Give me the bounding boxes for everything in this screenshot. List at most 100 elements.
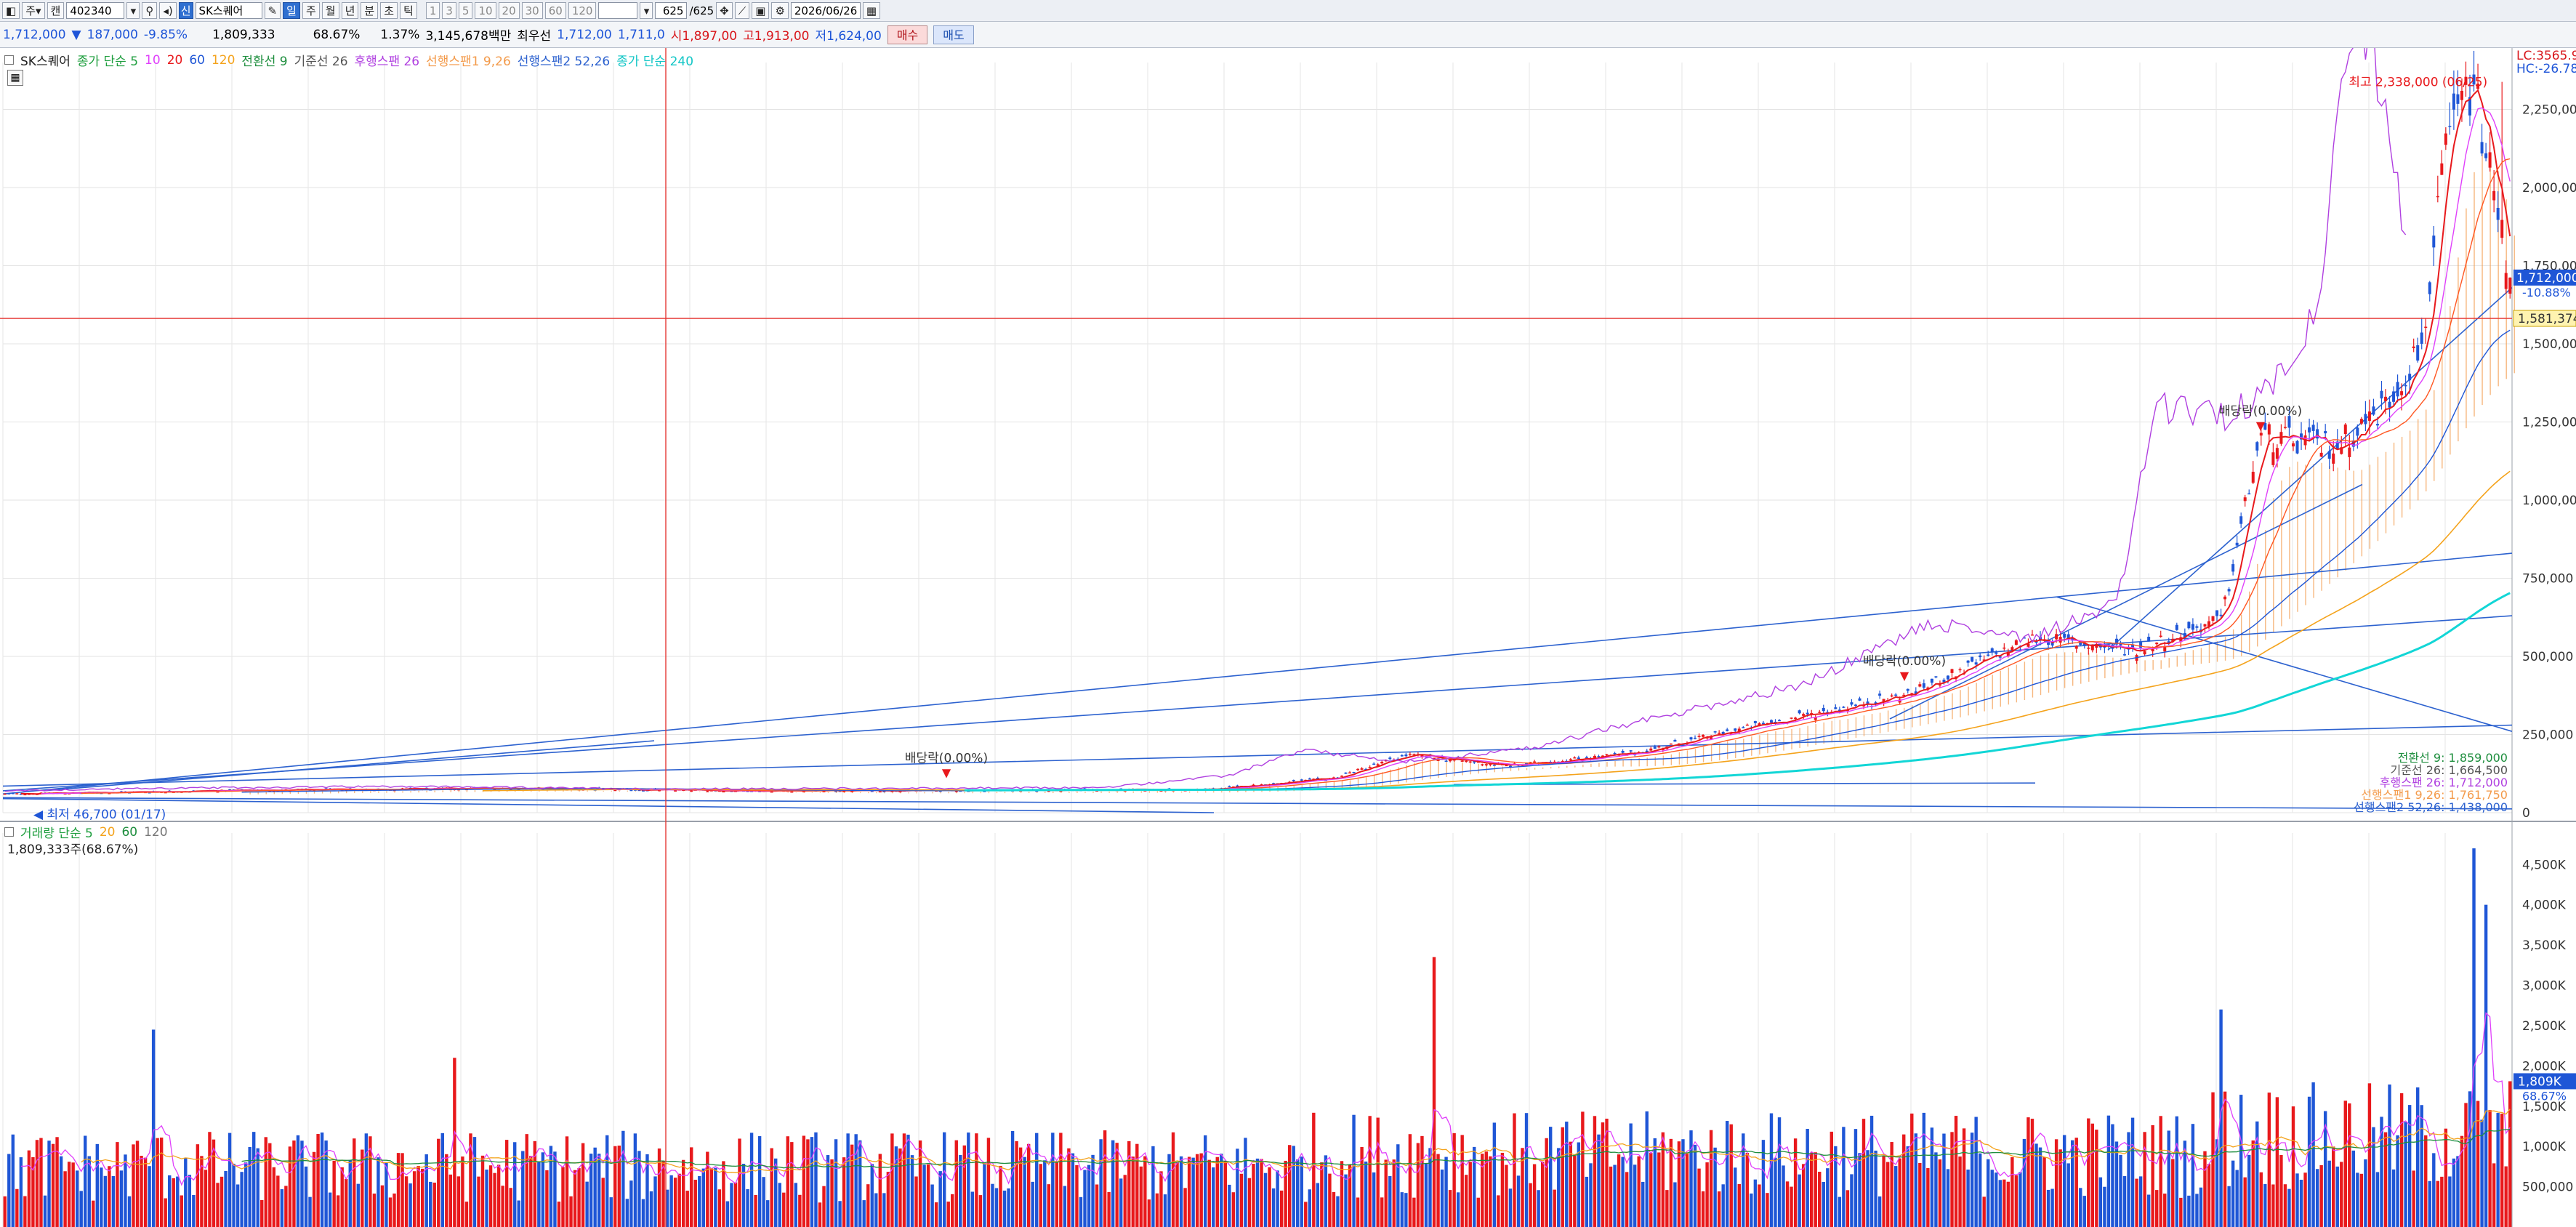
volume-bar	[1015, 1140, 1018, 1227]
volume-bar	[2018, 1172, 2022, 1227]
candle	[1853, 704, 1857, 706]
volume-bar	[292, 1140, 296, 1227]
crosshair-icon[interactable]: ✥	[716, 2, 733, 19]
volume-bar	[2496, 1113, 2500, 1227]
buy-button[interactable]: 매수	[887, 25, 928, 44]
trend-tool-icon[interactable]: ⟋	[734, 2, 750, 19]
volume-bar	[994, 1188, 999, 1227]
pen-icon[interactable]: ✎	[264, 2, 281, 19]
crosshair-price-label: 1,581,374	[2518, 312, 2576, 326]
volume-bar	[1685, 1154, 1689, 1227]
settings-gear-icon[interactable]: ⚙	[771, 2, 789, 19]
minute-option-5[interactable]: 5	[458, 2, 473, 19]
volume-bar	[1332, 1191, 1336, 1227]
period-tab-second[interactable]: 초	[380, 2, 398, 19]
volume-bar	[802, 1135, 806, 1227]
candle	[2147, 636, 2151, 642]
volume-bar	[1287, 1145, 1292, 1227]
volume-bar	[2420, 1105, 2423, 1227]
volume-bar	[135, 1140, 140, 1227]
minute-option-3[interactable]: 3	[442, 2, 456, 19]
volume-bar	[2452, 1158, 2456, 1227]
minute-option-60[interactable]: 60	[544, 2, 566, 19]
best-ask: 1,712,00	[557, 27, 612, 42]
period-tab-day[interactable]: 일	[283, 2, 300, 19]
candle	[1465, 760, 1468, 763]
table-toggle-icon[interactable]: ▦	[7, 70, 23, 86]
volume-bar	[677, 1173, 681, 1227]
volume-bar	[1508, 1188, 1513, 1227]
volume-bar	[1119, 1178, 1123, 1227]
volume-bar	[1143, 1156, 1147, 1227]
minute-option-120[interactable]: 120	[568, 2, 597, 19]
volume-bar	[2159, 1116, 2162, 1227]
volume-bar	[35, 1140, 39, 1227]
volume-bar	[2014, 1175, 2018, 1227]
volume-bar	[252, 1132, 256, 1227]
minute-option-1[interactable]: 1	[425, 2, 440, 19]
volume-axis-tick: 500,000	[2522, 1180, 2573, 1195]
volume-axis-tick: 3,000K	[2522, 979, 2567, 994]
legend-conversion: 전환선 9	[241, 55, 288, 69]
candle	[1906, 688, 1909, 691]
period-tab-month[interactable]: 월	[321, 2, 339, 19]
volume-bar	[2175, 1116, 2179, 1227]
period-tab-minute[interactable]: 분	[361, 2, 379, 19]
calendar-icon[interactable]: ▦	[862, 2, 881, 19]
stock-code-input[interactable]: 402340	[66, 2, 125, 19]
candle	[1621, 751, 1625, 753]
custom-interval-input[interactable]	[598, 2, 638, 19]
period-select[interactable]: 주▾	[22, 2, 45, 19]
volume-bar	[1340, 1161, 1344, 1227]
volume-bar	[653, 1176, 657, 1227]
volume-bar	[822, 1186, 826, 1227]
volume-bar	[2106, 1115, 2111, 1227]
minute-option-30[interactable]: 30	[521, 2, 543, 19]
count-input[interactable]: 625	[655, 2, 688, 19]
view-type-button[interactable]: 캔	[47, 2, 65, 19]
volume-bar	[108, 1166, 111, 1227]
turnover-pct: 1.37%	[380, 27, 420, 42]
interval-dropdown-icon[interactable]: ▾	[640, 2, 653, 19]
volume-bar	[1131, 1156, 1135, 1227]
legend-toggle-icon[interactable]	[4, 55, 14, 65]
date-input[interactable]: 2026/06/26	[790, 2, 861, 19]
volume-bar	[1890, 1142, 1893, 1227]
search-icon[interactable]: ⚲	[142, 2, 158, 19]
volume-bar	[1059, 1133, 1063, 1227]
volume-bar	[934, 1202, 938, 1227]
period-tab-week[interactable]: 주	[302, 2, 320, 19]
volume-bar	[461, 1156, 464, 1227]
volume-bar	[1167, 1154, 1171, 1227]
volume-bar	[862, 1200, 866, 1227]
volume-bar	[1982, 1196, 1986, 1227]
code-dropdown-icon[interactable]: ▾	[126, 2, 140, 19]
period-tab-tick[interactable]: 틱	[400, 2, 417, 19]
volume-bar	[2380, 1117, 2383, 1227]
candle	[11, 793, 15, 794]
stock-name-field[interactable]: SK스퀘어	[195, 2, 262, 19]
minute-option-10[interactable]: 10	[475, 2, 496, 19]
sound-icon[interactable]: ◂)	[159, 2, 177, 19]
volume-bar	[2476, 1101, 2480, 1227]
volume-bar	[798, 1194, 802, 1227]
volume-bar	[2351, 1150, 2356, 1227]
volume-bar	[1721, 1184, 1725, 1227]
menu-icon[interactable]: ◧	[2, 2, 20, 19]
volume-bar	[2299, 1179, 2303, 1227]
legend-ma120: 120	[211, 52, 236, 68]
ichimoku-value-label: 선행스팬2 52,26: 1,438,000	[2354, 800, 2508, 814]
volume-legend-toggle-icon[interactable]	[4, 827, 14, 837]
save-icon[interactable]: ▣	[752, 2, 770, 19]
candle	[1987, 654, 1990, 656]
minute-option-20[interactable]: 20	[498, 2, 520, 19]
volume-bar	[1026, 1143, 1031, 1227]
volume-bar	[1368, 1116, 1372, 1227]
stock-chart[interactable]: 최고 2,338,000 (06/25) ◀ 최저 46,700 (01/17) 배…	[0, 48, 2576, 1227]
candle	[2203, 624, 2207, 627]
period-tab-year[interactable]: 년	[341, 2, 359, 19]
sell-button[interactable]: 매도	[933, 25, 974, 44]
volume-bar	[1745, 1153, 1750, 1227]
volume-bar	[1532, 1164, 1537, 1227]
candle	[706, 791, 709, 792]
